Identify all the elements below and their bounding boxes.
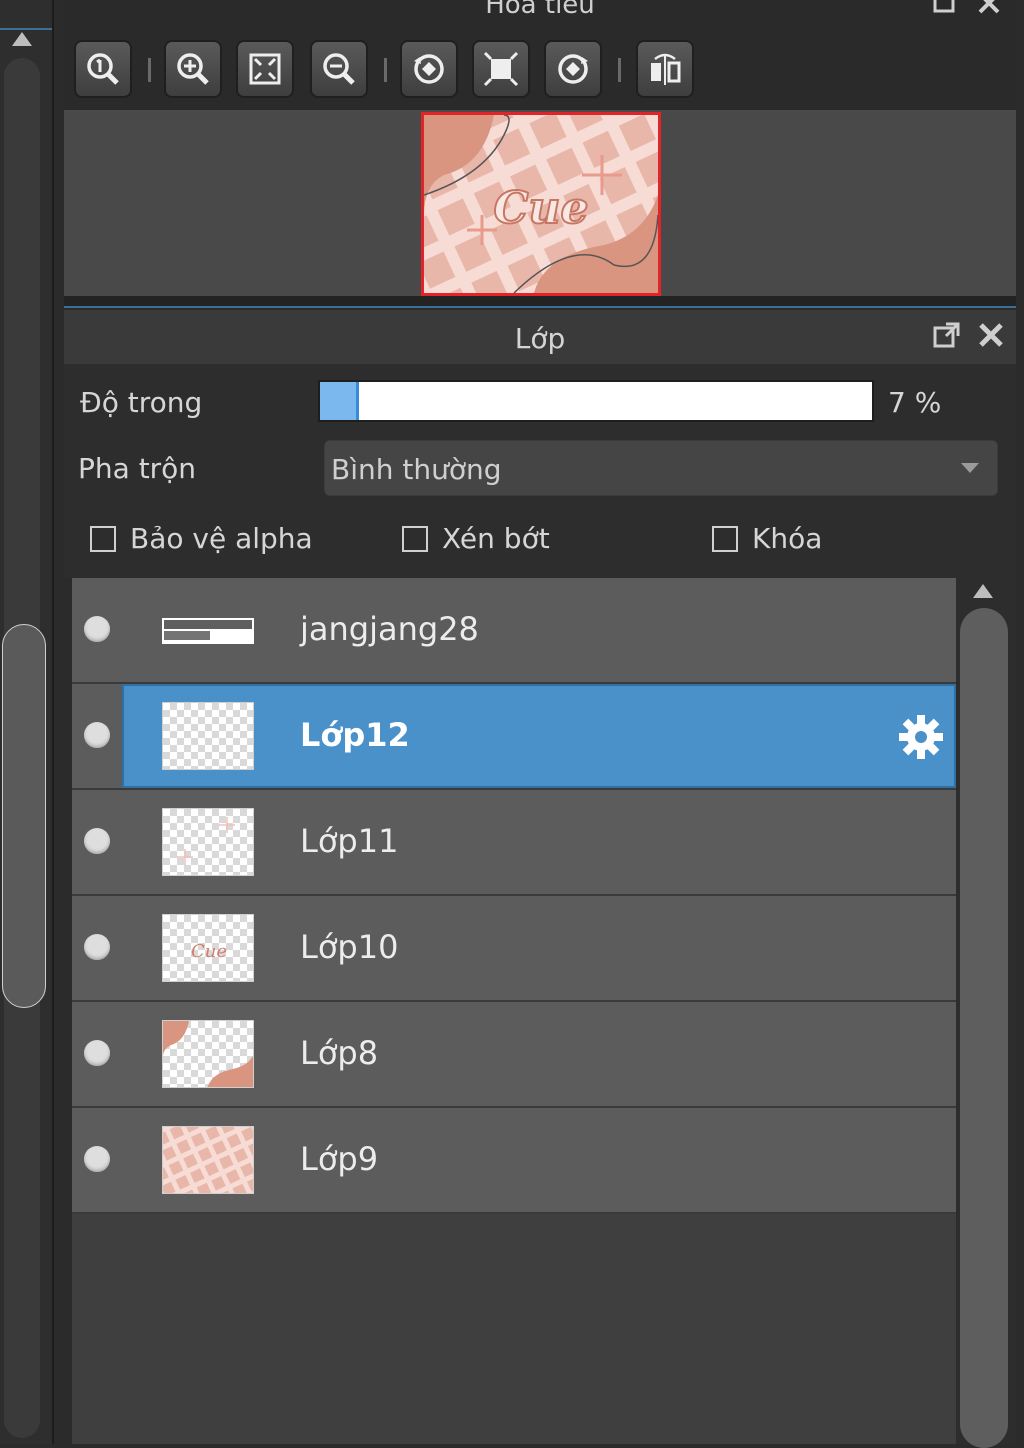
blend-mode-select[interactable]: Bình thường <box>324 440 998 496</box>
layers-float-icon[interactable] <box>932 320 962 354</box>
reset-view-icon <box>483 51 519 87</box>
layer-visibility-toggle[interactable] <box>84 828 110 854</box>
layer-properties: Độ trong 7 % Pha trộn Bình thường Bảo vệ… <box>64 364 1016 578</box>
scroll-up-arrow-icon[interactable] <box>12 32 32 46</box>
zoom-actual-icon <box>87 53 119 85</box>
layer-row[interactable]: jangjang28 <box>72 578 956 684</box>
layer-visibility-toggle[interactable] <box>84 934 110 960</box>
reset-view-button[interactable] <box>472 40 530 98</box>
gear-icon[interactable] <box>896 712 946 766</box>
lock-label: Khóa <box>752 522 823 555</box>
layer-name: Lớp8 <box>300 1034 379 1072</box>
fit-window-icon <box>249 53 281 85</box>
toolbar-separator <box>148 58 151 82</box>
zoom-out-icon <box>323 53 355 85</box>
chevron-down-icon <box>961 463 979 473</box>
navigator-toolbar <box>64 30 1016 110</box>
layers-panel-title: Lớp <box>514 322 566 355</box>
layer-row[interactable]: Cue Lớp10 <box>72 896 956 1002</box>
layer-thumb-cue-text: Cue <box>191 941 227 962</box>
layers-close-icon[interactable] <box>976 320 1006 354</box>
toolbar-separator <box>384 58 387 82</box>
blend-mode-label: Pha trộn <box>78 452 197 485</box>
rotate-left-icon <box>414 54 444 84</box>
left-scroll-thumb[interactable] <box>2 624 46 1008</box>
layers-panel-header: Lớp <box>64 310 1016 364</box>
zoom-in-button[interactable] <box>164 40 222 98</box>
navigator-title: Hoa tiêu <box>485 0 595 20</box>
layer-thumbnail <box>162 702 254 770</box>
fit-window-button[interactable] <box>236 40 294 98</box>
layer-list: jangjang28 Lớp12 Lớp11 Cue Lớp10 Lớp8 Lớ… <box>72 578 956 1444</box>
flip-horizontal-icon <box>651 53 681 85</box>
layer-list-scroll-thumb[interactable] <box>960 608 1008 1448</box>
layer-thumbnail: Cue <box>162 914 254 982</box>
canvas-preview-thumbnail[interactable]: Cue <box>421 112 661 296</box>
rotate-right-icon <box>558 54 588 84</box>
layer-list-scrollbar[interactable] <box>956 578 1016 1448</box>
layer-thumbnail <box>162 1126 254 1194</box>
layer-name: Lớp10 <box>300 928 399 966</box>
layer-name: Lớp9 <box>300 1140 379 1178</box>
zoom-in-icon <box>177 53 209 85</box>
navigator-float-icon[interactable] <box>932 0 958 22</box>
layer-thumbnail <box>162 1020 254 1088</box>
zoom-out-button[interactable] <box>310 40 368 98</box>
panel-splitter[interactable] <box>64 296 1016 308</box>
layer-row-selected[interactable]: Lớp12 <box>72 684 956 790</box>
lock-checkbox[interactable] <box>712 526 738 552</box>
opacity-label: Độ trong <box>80 386 203 419</box>
layer-name: Lớp12 <box>300 716 410 754</box>
clipping-label: Xén bớt <box>442 522 550 555</box>
protect-alpha-label: Bảo vệ alpha <box>130 522 313 555</box>
rotate-right-button[interactable] <box>544 40 602 98</box>
left-scroll-strip <box>0 0 54 1444</box>
clipping-checkbox[interactable] <box>402 526 428 552</box>
navigator-close-icon[interactable] <box>976 0 1002 22</box>
zoom-actual-button[interactable] <box>74 40 132 98</box>
protect-alpha-checkbox[interactable] <box>90 526 116 552</box>
blend-mode-value: Bình thường <box>331 453 502 486</box>
layer-visibility-toggle[interactable] <box>84 1040 110 1066</box>
flip-horizontal-button[interactable] <box>636 40 694 98</box>
layer-visibility-toggle[interactable] <box>84 1146 110 1172</box>
layer-name: Lớp11 <box>300 822 399 860</box>
layer-name: jangjang28 <box>300 610 479 648</box>
navigator-preview-area[interactable]: Cue <box>64 110 1016 296</box>
left-strip-accent-line <box>0 28 52 30</box>
layer-thumbnail <box>162 808 254 876</box>
preview-cue-text: Cue <box>493 183 588 234</box>
toolbar-separator <box>618 58 621 82</box>
layer-row[interactable]: Lớp11 <box>72 790 956 896</box>
layer-row[interactable]: Lớp8 <box>72 1002 956 1108</box>
opacity-slider-fill <box>320 382 359 420</box>
scroll-up-arrow-icon[interactable] <box>973 584 993 598</box>
opacity-value: 7 % <box>888 386 942 419</box>
rotate-left-button[interactable] <box>400 40 458 98</box>
layer-thumbnail <box>162 596 254 664</box>
opacity-slider[interactable] <box>318 380 874 422</box>
layer-visibility-toggle[interactable] <box>84 722 110 748</box>
layer-visibility-toggle[interactable] <box>84 616 110 642</box>
layer-row[interactable]: Lớp9 <box>72 1108 956 1214</box>
navigator-title-bar: Hoa tiêu <box>64 0 1016 30</box>
